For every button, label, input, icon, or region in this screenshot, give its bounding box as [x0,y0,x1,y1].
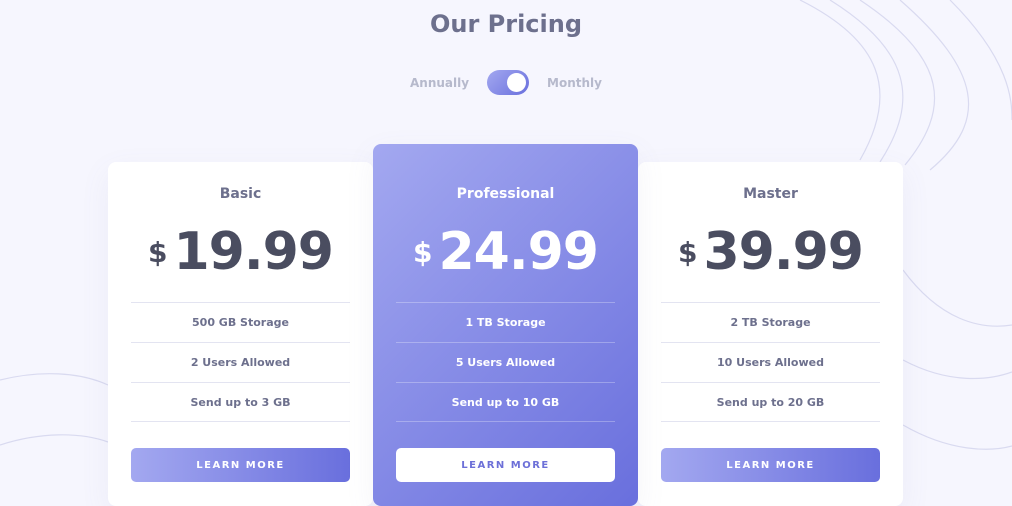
page-title: Our Pricing [429,10,583,38]
feature-list: 1 TB Storage 5 Users Allowed Send up to … [396,302,615,422]
plan-price: $ 24.99 [373,222,638,282]
toggle-knob [507,73,527,92]
learn-more-button[interactable]: LEARN MORE [661,448,880,482]
feature-item: 2 Users Allowed [131,342,350,382]
feature-item: 500 GB Storage [131,302,350,342]
feature-list: 2 TB Storage 10 Users Allowed Send up to… [661,302,880,422]
feature-item: Send up to 10 GB [396,382,615,422]
currency-symbol: $ [413,235,433,269]
plan-name: Master [743,186,798,202]
plan-card-basic: Basic $ 19.99 500 GB Storage 2 Users All… [108,162,373,506]
plan-name: Professional [456,186,555,202]
monthly-label[interactable]: Monthly [547,76,602,90]
annually-label[interactable]: Annually [410,76,469,90]
plan-price: $ 19.99 [108,222,373,282]
billing-period-toggle[interactable] [487,70,530,95]
billing-toggle-row: Annually Monthly [0,70,1012,95]
price-amount: 24.99 [438,222,599,282]
currency-symbol: $ [148,235,168,269]
plan-name: Basic [219,186,262,202]
feature-list: 500 GB Storage 2 Users Allowed Send up t… [131,302,350,422]
price-amount: 19.99 [173,222,334,282]
currency-symbol: $ [678,235,698,269]
feature-item: 2 TB Storage [661,302,880,342]
feature-item: 5 Users Allowed [396,342,615,382]
plan-price: $ 39.99 [638,222,903,282]
feature-item: 1 TB Storage [396,302,615,342]
plan-card-professional: Professional $ 24.99 1 TB Storage 5 User… [373,144,638,506]
learn-more-button[interactable]: LEARN MORE [396,448,615,482]
learn-more-button[interactable]: LEARN MORE [131,448,350,482]
feature-item: Send up to 3 GB [131,382,350,422]
price-amount: 39.99 [703,222,864,282]
feature-item: 10 Users Allowed [661,342,880,382]
feature-item: Send up to 20 GB [661,382,880,422]
pricing-page: Our Pricing Annually Monthly Basic $ 19.… [0,0,1012,506]
plan-card-master: Master $ 39.99 2 TB Storage 10 Users All… [638,162,903,506]
